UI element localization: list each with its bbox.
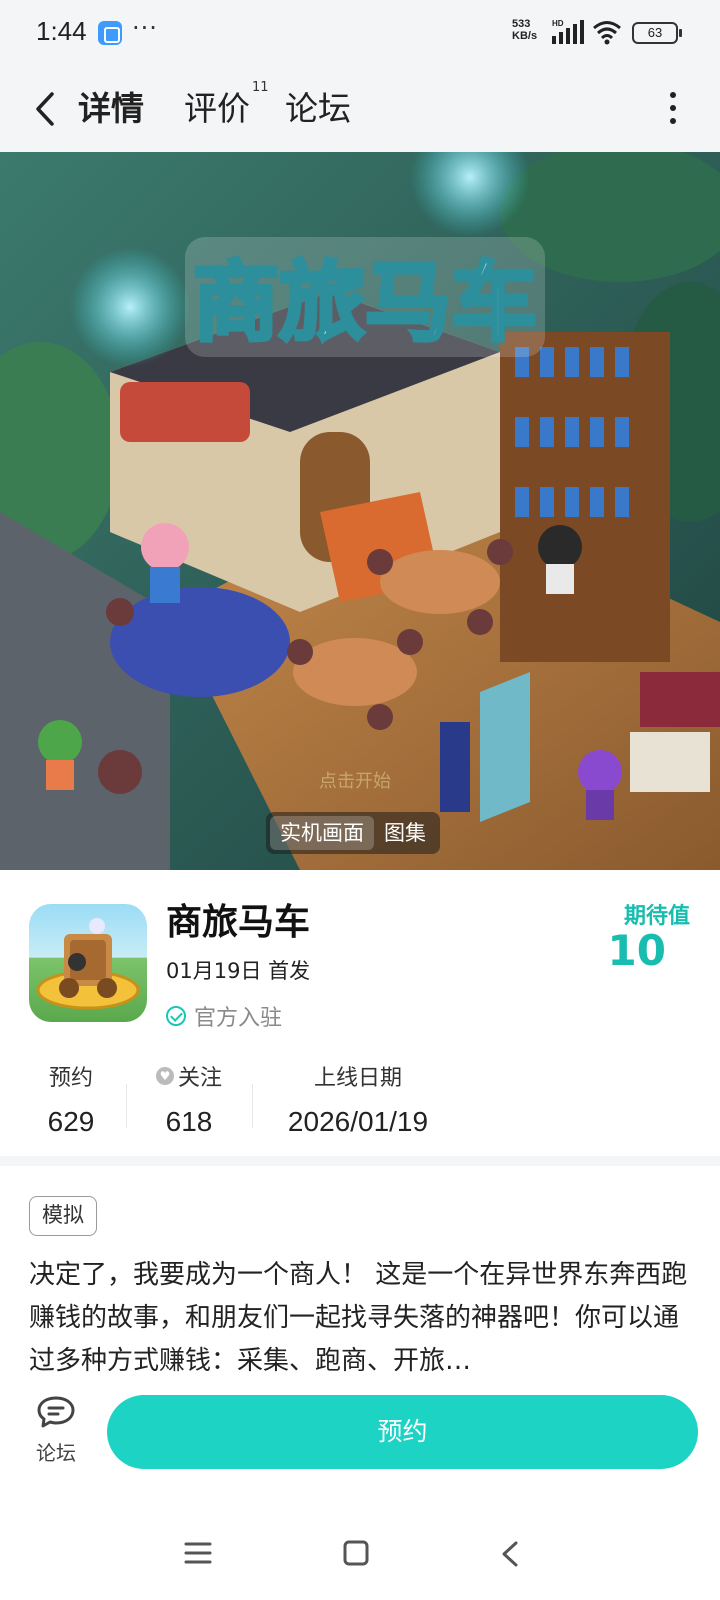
verified-check-icon xyxy=(166,1006,186,1026)
game-title: 商旅马车 xyxy=(166,902,311,943)
tab-review[interactable]: 评价 11 xyxy=(184,80,269,130)
network-speed-value: 533 xyxy=(512,18,531,30)
release-info: 01月19日 首发 xyxy=(166,959,311,983)
game-scene-illustration: 商旅马车 点击开始 xyxy=(0,152,720,870)
review-count-badge: 11 xyxy=(252,80,269,95)
wifi-icon xyxy=(593,21,621,45)
stat-launch-date-label: 上线日期 xyxy=(313,1066,402,1091)
stat-reservations: 预约 629 xyxy=(40,1060,102,1132)
top-navigation: 详情 评价 11 论坛 xyxy=(0,66,720,152)
divider xyxy=(252,1084,253,1128)
game-description[interactable]: 决定了，我要成为一个商人！ 这是一个在异世界东奔西跑赚钱的故事，和朋友们一起找寻… xyxy=(29,1254,693,1383)
stats-row: 预约 629 ♥ 关注 618 上线日期 2026/01/19 xyxy=(0,1060,720,1132)
official-label: 官方入驻 xyxy=(194,1006,283,1031)
tab-forum[interactable]: 论坛 xyxy=(285,82,351,130)
game-app-icon xyxy=(29,904,147,1022)
recent-apps-icon[interactable] xyxy=(184,1540,212,1566)
media-tabs: 实机画面 图集 xyxy=(266,812,440,854)
section-divider xyxy=(0,1156,720,1166)
battery-icon: 63 xyxy=(632,22,682,44)
stat-reservations-value: 629 xyxy=(47,1106,95,1132)
bottom-action-bar: 论坛 预约 xyxy=(0,1383,720,1483)
heart-icon: ♥ xyxy=(155,1067,174,1085)
official-badge: 官方入驻 xyxy=(166,1000,282,1032)
tab-review-label: 评价 xyxy=(184,89,250,128)
forum-button[interactable]: 论坛 xyxy=(28,1395,84,1466)
forum-chat-icon xyxy=(37,1396,75,1428)
stat-launch-date-value: 2026/01/19 xyxy=(287,1106,429,1132)
stat-follows: ♥ 关注 618 xyxy=(148,1060,230,1132)
media-tab-gameplay[interactable]: 实机画面 xyxy=(270,816,374,850)
signal-icon: HD xyxy=(552,19,584,44)
status-bar: 1:44 ··· 533 KB/s HD 63 xyxy=(0,0,720,66)
more-menu-icon[interactable] xyxy=(668,92,678,126)
system-navigation-bar xyxy=(0,1510,720,1600)
status-time: 1:44 xyxy=(36,16,87,46)
genre-tag[interactable]: 模拟 xyxy=(29,1196,97,1236)
signal-hd-badge: HD xyxy=(552,19,564,28)
stat-launch-date: 上线日期 2026/01/19 xyxy=(276,1060,440,1132)
tab-detail[interactable]: 详情 xyxy=(75,82,153,136)
hero-video-cover[interactable]: 商旅马车 点击开始 xyxy=(0,152,720,870)
active-tab-indicator xyxy=(75,127,153,136)
system-back-icon[interactable] xyxy=(500,1540,520,1568)
tab-forum-label: 论坛 xyxy=(285,89,351,128)
expect-value: 10 xyxy=(607,926,666,975)
back-arrow-icon[interactable] xyxy=(28,84,68,134)
reserve-button[interactable]: 预约 xyxy=(107,1395,698,1469)
stat-follows-label: 关注 xyxy=(177,1066,222,1091)
tab-detail-label: 详情 xyxy=(78,89,144,128)
app-notification-icon xyxy=(98,21,122,45)
media-tab-gallery[interactable]: 图集 xyxy=(374,816,436,850)
game-logo-text: 商旅马车 xyxy=(193,252,537,353)
stat-reservations-label: 预约 xyxy=(48,1066,93,1091)
more-notifications-icon: ··· xyxy=(132,14,158,42)
tap-to-start-hint: 点击开始 xyxy=(319,771,391,792)
network-speed-unit: KB/s xyxy=(512,30,538,42)
network-speed: 533 KB/s xyxy=(512,18,537,42)
stat-follows-value: 618 xyxy=(165,1106,213,1132)
divider xyxy=(126,1084,127,1128)
forum-button-label: 论坛 xyxy=(36,1441,76,1465)
home-icon[interactable] xyxy=(343,1540,369,1566)
